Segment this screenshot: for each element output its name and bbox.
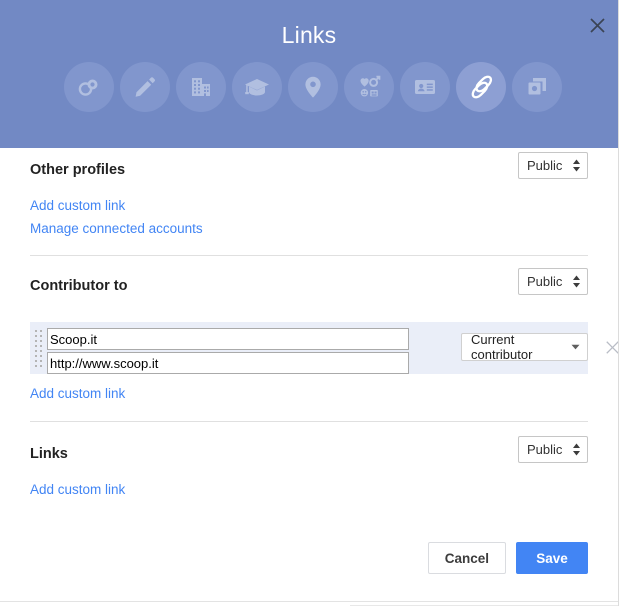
rings-icon	[76, 74, 102, 100]
cancel-button[interactable]: Cancel	[427, 542, 506, 574]
pencil-icon	[133, 75, 157, 99]
close-icon[interactable]	[584, 12, 610, 38]
save-button[interactable]: Save	[516, 542, 588, 574]
sidebar-item-story[interactable]	[120, 62, 170, 112]
gender-hearts-icon	[356, 74, 382, 100]
sidebar-item-links[interactable]	[456, 62, 506, 112]
add-custom-link-other-profiles[interactable]: Add custom link	[30, 194, 588, 217]
chevron-updown-icon	[572, 443, 581, 456]
sidebar-item-apps[interactable]	[512, 62, 562, 112]
list-item: Current contributor	[30, 322, 619, 376]
drag-handle[interactable]	[35, 330, 44, 368]
chain-link-icon	[468, 74, 494, 100]
section-header: Other profiles Public	[30, 148, 588, 194]
dialog-header: Links	[0, 0, 618, 148]
section-title: Other profiles	[30, 162, 126, 178]
dialog-footer: Cancel Save	[427, 542, 588, 574]
section-title: Links	[30, 446, 68, 462]
section-header: Contributor to Public	[30, 264, 588, 310]
contributor-actions: Add custom link	[30, 382, 588, 405]
section-divider	[30, 421, 588, 422]
sidebar-item-work[interactable]	[176, 62, 226, 112]
section-other-profiles: Other profiles Public Add custom link Ma…	[0, 148, 618, 240]
graduation-cap-icon	[244, 74, 270, 100]
profile-section-tabs	[64, 62, 562, 112]
entry-fields	[47, 328, 409, 376]
page-title: Links	[281, 22, 337, 48]
chevron-down-icon	[571, 344, 580, 350]
scrollbar[interactable]	[618, 0, 626, 606]
section-contributor-to: Contributor to Public	[0, 264, 618, 310]
copies-icon	[525, 75, 549, 99]
contributor-status-dropdown[interactable]: Current contributor	[461, 332, 588, 362]
sidebar-item-education[interactable]	[232, 62, 282, 112]
contributor-status-value: Current contributor	[471, 332, 533, 362]
chevron-updown-icon	[572, 159, 581, 172]
contact-card-icon	[413, 75, 437, 99]
link-label-input[interactable]	[47, 328, 409, 350]
section-links: Links Public Add custom link	[0, 432, 618, 501]
add-custom-link-links[interactable]: Add custom link	[30, 478, 588, 501]
sidebar-item-basic-information[interactable]	[344, 62, 394, 112]
visibility-select-contributor-to[interactable]: Public	[518, 268, 588, 295]
visibility-select-other-profiles[interactable]: Public	[518, 152, 588, 179]
section-header: Links Public	[30, 432, 588, 478]
dialog-body: Other profiles Public Add custom link Ma…	[0, 148, 626, 606]
add-custom-link-contributor-to[interactable]: Add custom link	[30, 382, 588, 405]
links-edit-dialog: Links Other profiles Public Add custom l…	[0, 0, 626, 606]
chevron-updown-icon	[572, 275, 581, 288]
location-pin-icon	[301, 75, 325, 99]
sidebar-item-contact-information[interactable]	[400, 62, 450, 112]
manage-connected-accounts-link[interactable]: Manage connected accounts	[30, 217, 588, 240]
visibility-value: Public	[527, 274, 563, 289]
section-divider	[30, 255, 588, 256]
sidebar-item-links-overview[interactable]	[64, 62, 114, 112]
building-icon	[189, 75, 213, 99]
visibility-select-links[interactable]: Public	[518, 436, 588, 463]
section-title: Contributor to	[30, 278, 128, 294]
bottom-edge-line	[0, 601, 618, 602]
visibility-value: Public	[527, 442, 563, 457]
sidebar-item-places[interactable]	[288, 62, 338, 112]
link-url-input[interactable]	[47, 352, 409, 374]
visibility-value: Public	[527, 158, 563, 173]
